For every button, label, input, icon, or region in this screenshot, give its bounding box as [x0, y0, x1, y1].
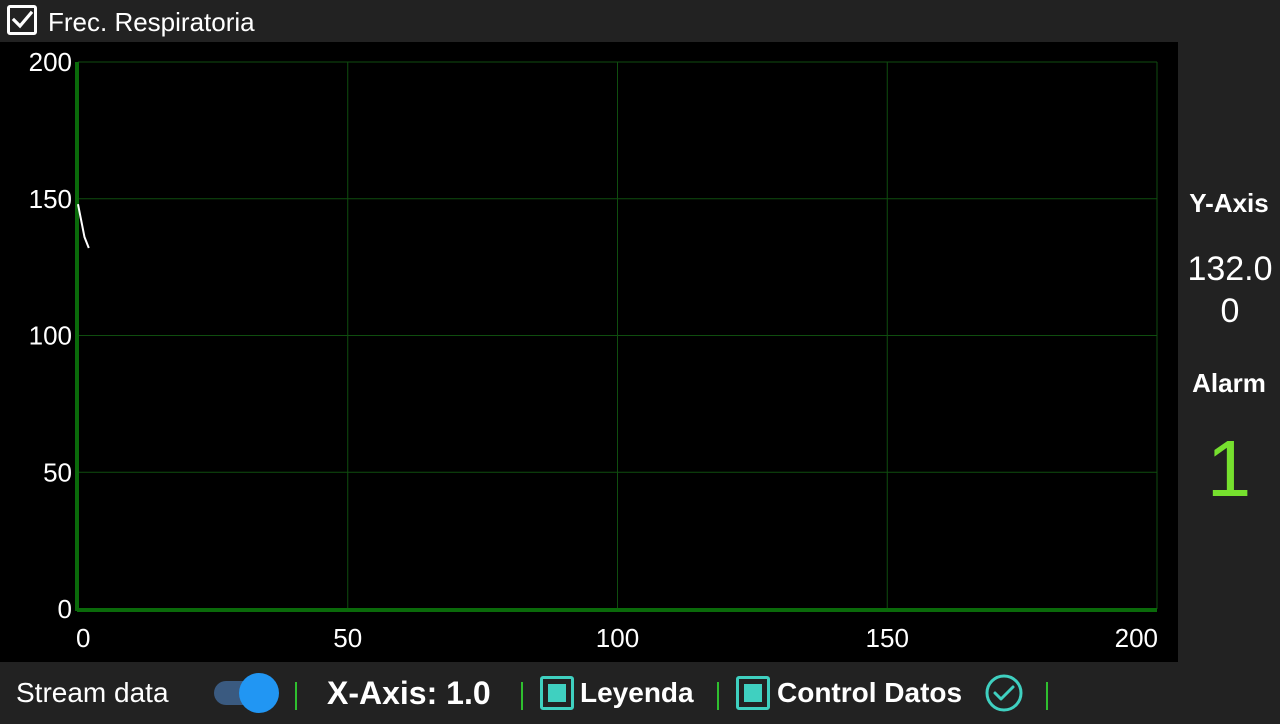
title-checkbox[interactable] [7, 5, 37, 35]
control-datos-checkbox[interactable] [736, 676, 770, 710]
y-axis-value: 132.00 [1187, 250, 1273, 330]
x-tick-label: 150 [866, 623, 909, 653]
legend-label: Leyenda [580, 677, 694, 708]
x-tick-label: 0 [76, 623, 90, 653]
separator [717, 682, 719, 710]
chart-title: Frec. Respiratoria [48, 7, 255, 37]
checkmark-icon [11, 10, 33, 29]
check-circle-icon[interactable] [984, 673, 1024, 713]
chart-svg: 0 50 100 150 200 0 50 100 150 200 [29, 47, 1158, 653]
separator [1046, 682, 1048, 710]
alarm-value: 1 [1206, 424, 1252, 513]
y-tick-label: 100 [29, 321, 72, 351]
x-tick-label: 100 [596, 623, 639, 653]
series-line [77, 204, 90, 249]
y-tick-label: 50 [43, 457, 72, 487]
x-axis-label[interactable]: X-Axis: 1.0 [327, 662, 491, 720]
legend-checkbox[interactable] [540, 676, 574, 710]
y-axis-label: Y-Axis [1189, 188, 1269, 218]
bottom-bar: Stream data X-Axis: 1.0 Leyenda Control … [0, 662, 1280, 720]
separator [295, 682, 297, 710]
stream-data-label: Stream data [16, 677, 169, 708]
chart-area[interactable]: 0 50 100 150 200 0 50 100 150 200 [0, 42, 1178, 662]
x-tick-label: 50 [333, 623, 362, 653]
alarm-label: Alarm [1192, 368, 1266, 398]
stream-toggle[interactable] [239, 673, 279, 713]
y-tick-label: 0 [58, 594, 72, 624]
x-tick-label: 200 [1115, 623, 1158, 653]
side-panel: Y-Axis 132.00 Alarm 1 [1178, 42, 1280, 662]
control-datos-label: Control Datos [777, 677, 963, 708]
y-tick-label: 150 [29, 184, 72, 214]
y-tick-label: 200 [29, 47, 72, 77]
separator [521, 682, 523, 710]
top-bar: Frec. Respiratoria [0, 0, 1280, 42]
